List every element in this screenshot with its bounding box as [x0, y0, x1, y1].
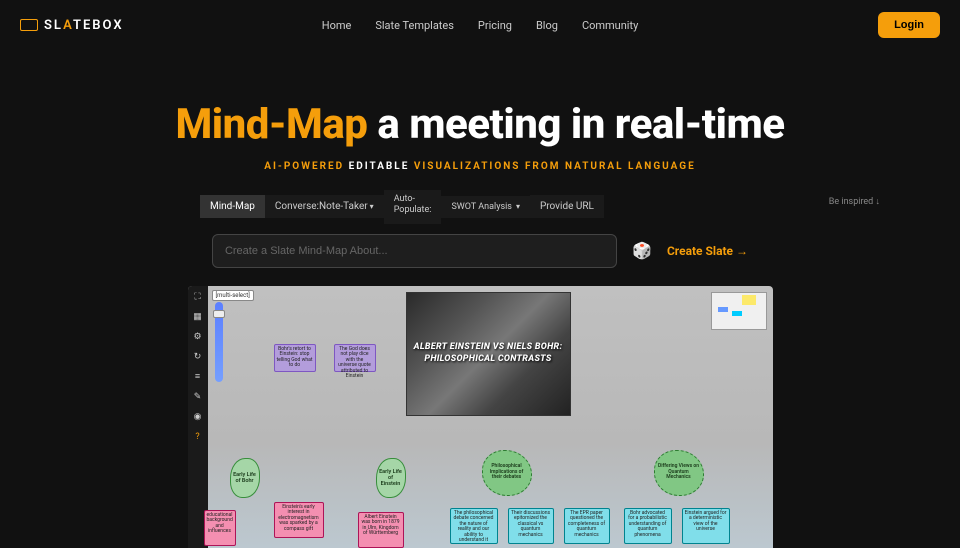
create-row: 🎲 Create Slate →: [190, 234, 770, 268]
detail-node[interactable]: Bohr advocated for a probabilistic under…: [624, 508, 672, 544]
nav-home[interactable]: Home: [322, 19, 352, 32]
history-icon[interactable]: ↻: [193, 352, 203, 362]
multi-select-badge[interactable]: [multi-select]: [212, 290, 254, 301]
canvas-preview: ⛶ ▦ ⚙ ↻ ≡ ✎ ◉ ? [multi-select] ALBERT EI…: [188, 286, 773, 548]
minimap[interactable]: [711, 292, 767, 330]
tab-auto-populate[interactable]: Auto- Populate:: [384, 190, 442, 224]
nav-blog[interactable]: Blog: [536, 19, 558, 32]
dice-icon[interactable]: 🎲: [633, 242, 651, 260]
minimap-region: [732, 311, 742, 316]
detail-node[interactable]: The philosophical debate concerned the n…: [450, 508, 498, 544]
quote-node[interactable]: Bohr's retort to Einstein: stop telling …: [274, 344, 316, 372]
topic-node[interactable]: Early Life of Bohr: [230, 458, 260, 498]
brand-logo[interactable]: SLATEBOX: [20, 18, 124, 33]
detail-node[interactable]: The EPR paper questioned the completenes…: [564, 508, 610, 544]
logo-text: SLATEBOX: [44, 18, 124, 33]
be-inspired-label: Be inspired ↓: [829, 196, 880, 207]
topic-node[interactable]: Differing Views on Quantum Mechanics: [654, 450, 704, 496]
help-icon[interactable]: ?: [193, 432, 203, 442]
logo-mark-icon: [20, 19, 38, 31]
tab-row: Mind-Map Converse:Note-Taker▾ Auto- Popu…: [200, 190, 760, 224]
minimap-region: [742, 295, 756, 305]
top-header: SLATEBOX Home Slate Templates Pricing Bl…: [0, 0, 960, 50]
chevron-down-icon: ▾: [370, 202, 374, 211]
nav-templates[interactable]: Slate Templates: [375, 19, 454, 32]
create-slate-button[interactable]: Create Slate →: [667, 244, 748, 258]
tab-converse[interactable]: Converse:Note-Taker▾: [265, 195, 384, 218]
login-button[interactable]: Login: [878, 12, 940, 38]
tab-mindmap[interactable]: Mind-Map: [200, 195, 265, 218]
zoom-slider[interactable]: [215, 302, 223, 382]
topic-node[interactable]: Early Life of Einstein: [376, 458, 406, 498]
topic-node[interactable]: Philosophical Implications of their deba…: [482, 450, 532, 496]
chevron-down-icon: ▾: [516, 202, 520, 211]
hero-section: Mind-Map a meeting in real-time AI-POWER…: [0, 100, 960, 548]
center-image-title: ALBERT EINSTEIN VS NIELS BOHR: PHILOSOPH…: [407, 342, 570, 365]
minimap-region: [718, 307, 728, 312]
nav-pricing[interactable]: Pricing: [478, 19, 512, 32]
hero-headline: Mind-Map a meeting in real-time: [0, 100, 960, 149]
detail-node[interactable]: Einstein's early interest in electromagn…: [274, 502, 324, 538]
globe-icon[interactable]: ◉: [193, 412, 203, 422]
gear-icon[interactable]: ⚙: [193, 332, 203, 342]
layers-icon[interactable]: ▦: [193, 312, 203, 322]
detail-node[interactable]: educational background and influences: [204, 510, 236, 546]
detail-node[interactable]: Einstein argued for a deterministic view…: [682, 508, 730, 544]
bars-icon[interactable]: ≡: [193, 372, 203, 382]
center-image-node[interactable]: ALBERT EINSTEIN VS NIELS BOHR: PHILOSOPH…: [406, 292, 571, 416]
detail-node[interactable]: Their discussions epitomized the classic…: [508, 508, 554, 544]
tab-provide-url[interactable]: Provide URL: [530, 195, 604, 218]
tab-swot[interactable]: SWOT Analysis▾: [441, 196, 530, 218]
nav-community[interactable]: Community: [582, 19, 638, 32]
canvas-sidebar: ⛶ ▦ ⚙ ↻ ≡ ✎ ◉ ?: [188, 286, 208, 548]
prompt-input[interactable]: [212, 234, 617, 268]
pencil-icon[interactable]: ✎: [193, 392, 203, 402]
detail-node[interactable]: Albert Einstein was born in 1879 in Ulm,…: [358, 512, 404, 548]
hero-tagline: AI-POWERED EDITABLE VISUALIZATIONS FROM …: [0, 161, 960, 172]
zoom-thumb[interactable]: [213, 310, 225, 318]
primary-nav: Home Slate Templates Pricing Blog Commun…: [322, 19, 639, 32]
quote-node[interactable]: The God does not play dice with the univ…: [334, 344, 376, 372]
users-icon[interactable]: ⛶: [193, 292, 203, 302]
